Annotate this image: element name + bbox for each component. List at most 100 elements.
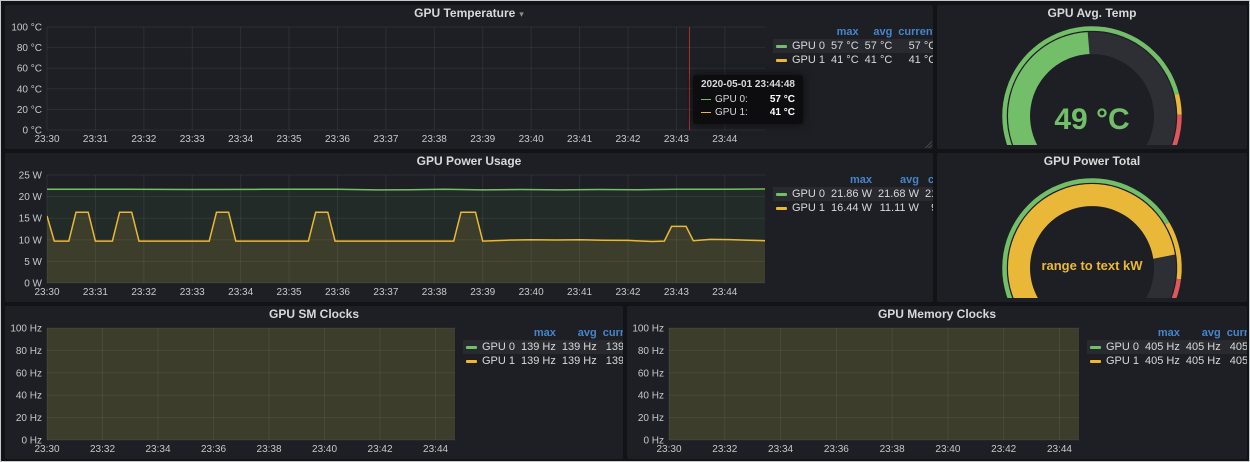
panel-title-gpu-temperature[interactable]: GPU Temperature▾ (5, 5, 933, 21)
panel-gpu-memory-clocks: GPU Memory Clocks 0 Hz20 Hz40 Hz60 Hz80 … (627, 306, 1247, 459)
panel-title-gpu-sm-clocks[interactable]: GPU SM Clocks (5, 306, 623, 322)
series-dash-icon (776, 45, 787, 48)
series-dash-icon (1090, 360, 1101, 363)
panel-title-text: GPU Power Usage (417, 154, 522, 168)
panel-gpu-avg-temp: GPU Avg. Temp 49 °C (937, 5, 1247, 149)
series-dash-icon (776, 207, 787, 210)
gpu-memory-clocks-chart[interactable]: 0 Hz20 Hz40 Hz60 Hz80 Hz100 Hz23:3023:32… (629, 322, 1087, 455)
legend-row-gpu-1[interactable]: GPU 116.44 W11.11 W9.79 W (773, 201, 933, 215)
svg-text:23:31: 23:31 (83, 287, 108, 298)
svg-text:10 W: 10 W (19, 235, 43, 246)
svg-text:23:43: 23:43 (664, 287, 689, 298)
svg-text:23:42: 23:42 (368, 444, 393, 455)
legend-gpu-memory-clocks: maxavgcurrentGPU 0405 Hz405 Hz405 HzGPU … (1087, 322, 1239, 368)
svg-text:23:40: 23:40 (519, 287, 544, 298)
svg-text:20 °C: 20 °C (17, 105, 42, 116)
svg-text:23:42: 23:42 (991, 444, 1016, 455)
svg-text:23:36: 23:36 (325, 134, 350, 145)
svg-text:23:34: 23:34 (146, 444, 171, 455)
svg-text:23:43: 23:43 (664, 134, 689, 145)
legend-row-gpu-1[interactable]: GPU 1139 Hz139 Hz139 Hz (463, 354, 623, 368)
panel-resize-handle[interactable] (924, 140, 932, 148)
svg-text:80 °C: 80 °C (17, 43, 42, 54)
dashboard: GPU Temperature▾ 0 °C20 °C40 °C60 °C80 °… (0, 0, 1250, 462)
chart-tooltip: 2020-05-01 23:44:48 —GPU 0:57 °C—GPU 1:4… (693, 75, 803, 124)
series-dash-icon (1090, 346, 1101, 349)
legend-header-row: maxavgcurrent (773, 174, 933, 187)
svg-text:23:36: 23:36 (824, 444, 849, 455)
svg-text:49 °C: 49 °C (1054, 103, 1129, 136)
svg-text:100 Hz: 100 Hz (10, 324, 42, 335)
gpu-avg-temp-gauge: 49 °C (941, 21, 1243, 145)
series-dash-icon (776, 193, 787, 196)
svg-text:20 W: 20 W (19, 192, 43, 203)
gpu-sm-clocks-chart[interactable]: 0 Hz20 Hz40 Hz60 Hz80 Hz100 Hz23:3023:32… (7, 322, 463, 455)
svg-text:23:33: 23:33 (180, 287, 205, 298)
legend-header-row: maxavgcurrent (773, 26, 933, 39)
svg-text:23:44: 23:44 (423, 444, 448, 455)
panel-title-text: GPU SM Clocks (269, 307, 359, 321)
legend-header-row: maxavgcurrent (463, 327, 623, 340)
svg-text:80 Hz: 80 Hz (638, 346, 664, 357)
legend-row-gpu-0[interactable]: GPU 057 °C57 °C57 °C (773, 39, 933, 53)
panel-title-gpu-avg-temp[interactable]: GPU Avg. Temp (937, 5, 1247, 21)
legend-row-gpu-1[interactable]: GPU 1405 Hz405 Hz405 Hz (1087, 354, 1247, 368)
svg-text:23:35: 23:35 (277, 287, 302, 298)
tooltip-timestamp: 2020-05-01 23:44:48 (701, 79, 795, 90)
svg-text:23:38: 23:38 (880, 444, 905, 455)
legend-row-gpu-0[interactable]: GPU 0405 Hz405 Hz405 Hz (1087, 340, 1247, 354)
svg-text:40 Hz: 40 Hz (16, 391, 42, 402)
svg-text:23:33: 23:33 (180, 134, 205, 145)
svg-text:20 Hz: 20 Hz (638, 413, 664, 424)
panel-gpu-sm-clocks: GPU SM Clocks 0 Hz20 Hz40 Hz60 Hz80 Hz10… (5, 306, 623, 459)
legend-row-gpu-1[interactable]: GPU 141 °C41 °C41 °C (773, 53, 933, 67)
svg-text:23:41: 23:41 (567, 287, 592, 298)
svg-text:25 W: 25 W (19, 171, 43, 182)
legend-row-gpu-0[interactable]: GPU 0139 Hz139 Hz139 Hz (463, 340, 623, 354)
svg-text:23:39: 23:39 (470, 134, 495, 145)
svg-text:23:40: 23:40 (519, 134, 544, 145)
series-dash-icon (776, 59, 787, 62)
panel-title-gpu-memory-clocks[interactable]: GPU Memory Clocks (627, 306, 1247, 322)
svg-text:5 W: 5 W (24, 257, 42, 268)
gpu-temperature-chart[interactable]: 0 °C20 °C40 °C60 °C80 °C100 °C23:3023:31… (7, 21, 773, 145)
svg-text:23:30: 23:30 (34, 287, 59, 298)
tooltip-rows: —GPU 0:57 °C—GPU 1:41 °C (701, 93, 795, 119)
legend-gpu-sm-clocks: maxavgcurrentGPU 0139 Hz139 Hz139 HzGPU … (463, 322, 615, 368)
chevron-down-icon: ▾ (519, 9, 524, 19)
series-dash-icon: — (701, 93, 711, 106)
svg-text:23:39: 23:39 (470, 287, 495, 298)
svg-text:23:32: 23:32 (90, 444, 115, 455)
svg-text:23:32: 23:32 (131, 287, 156, 298)
panel-gpu-power-usage: GPU Power Usage 0 W5 W10 W15 W20 W25 W23… (5, 153, 933, 302)
series-dash-icon: — (701, 106, 711, 119)
svg-text:23:42: 23:42 (615, 287, 640, 298)
panel-gpu-temperature: GPU Temperature▾ 0 °C20 °C40 °C60 °C80 °… (5, 5, 933, 149)
gpu-power-usage-chart[interactable]: 0 W5 W10 W15 W20 W25 W23:3023:3123:3223:… (7, 169, 773, 298)
svg-text:23:44: 23:44 (1047, 444, 1072, 455)
svg-text:range to text kW: range to text kW (1041, 258, 1143, 273)
svg-text:23:38: 23:38 (422, 287, 447, 298)
svg-text:23:37: 23:37 (373, 134, 398, 145)
legend-gpu-temperature: maxavgcurrentGPU 057 °C57 °C57 °CGPU 141… (773, 21, 925, 67)
svg-text:15 W: 15 W (19, 214, 43, 225)
svg-text:23:36: 23:36 (201, 444, 226, 455)
panel-title-gpu-power-usage[interactable]: GPU Power Usage (5, 153, 933, 169)
svg-text:60 Hz: 60 Hz (638, 368, 664, 379)
svg-text:23:30: 23:30 (656, 444, 681, 455)
legend-row-gpu-0[interactable]: GPU 021.86 W21.68 W21.77 W (773, 187, 933, 201)
svg-text:23:37: 23:37 (373, 287, 398, 298)
svg-text:60 Hz: 60 Hz (16, 368, 42, 379)
svg-text:23:34: 23:34 (228, 134, 253, 145)
svg-text:23:34: 23:34 (228, 287, 253, 298)
svg-text:23:38: 23:38 (422, 134, 447, 145)
svg-text:20 Hz: 20 Hz (16, 413, 42, 424)
legend-header-row: maxavgcurrent (1087, 327, 1247, 340)
panel-title-gpu-power-total[interactable]: GPU Power Total (937, 153, 1247, 169)
svg-text:23:41: 23:41 (567, 134, 592, 145)
svg-text:23:30: 23:30 (34, 444, 59, 455)
panel-title-text: GPU Memory Clocks (878, 307, 996, 321)
panel-gpu-power-total: GPU Power Total range to text kW (937, 153, 1247, 302)
tooltip-row: —GPU 0:57 °C (701, 93, 795, 106)
svg-text:23:40: 23:40 (312, 444, 337, 455)
